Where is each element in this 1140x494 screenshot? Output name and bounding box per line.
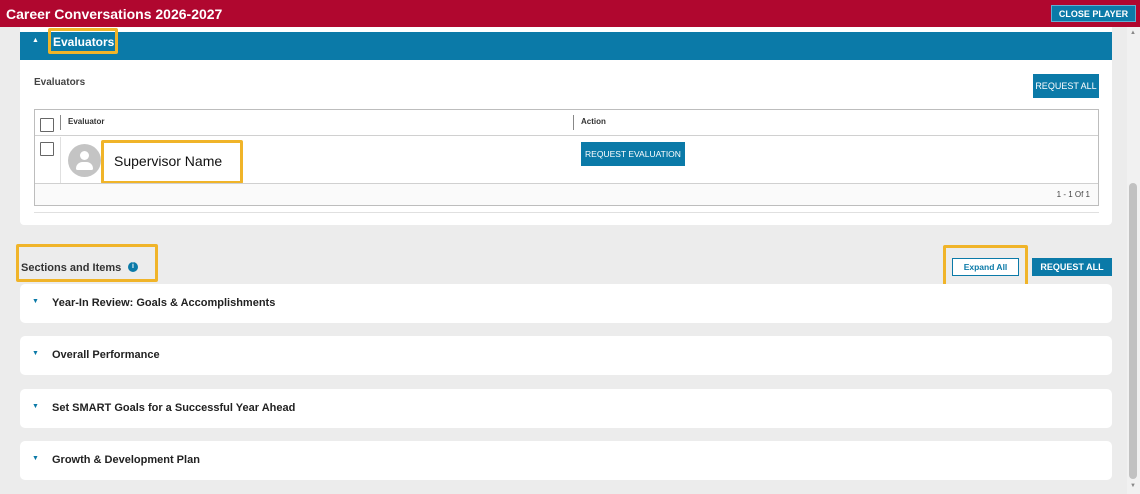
section-name: Overall Performance bbox=[52, 349, 160, 361]
column-header-action: Action bbox=[581, 117, 606, 126]
title-bar: Career Conversations 2026-2027 CLOSE PLA… bbox=[0, 0, 1140, 27]
request-all-evaluators-button[interactable]: REQUEST ALL bbox=[1033, 74, 1099, 98]
evaluators-highlight-box bbox=[48, 28, 118, 54]
evaluators-subtitle: Evaluators bbox=[34, 77, 86, 88]
select-all-checkbox[interactable] bbox=[40, 118, 54, 132]
table-footer: 1 - 1 Of 1 bbox=[35, 183, 1098, 205]
evaluators-card: ▲ Evaluators Evaluators REQUEST ALL Eval… bbox=[20, 27, 1112, 225]
section-item[interactable]: ▼ Year-In Review: Goals & Accomplishment… bbox=[20, 284, 1112, 323]
evaluator-name: Supervisor Name bbox=[114, 153, 223, 169]
request-evaluation-button[interactable]: REQUEST EVALUATION bbox=[581, 142, 685, 166]
main-content: ▲ Evaluators Evaluators REQUEST ALL Eval… bbox=[0, 27, 1127, 494]
table-row: Supervisor Name REQUEST EVALUATION bbox=[35, 137, 1098, 184]
chevron-down-icon: ▼ bbox=[32, 350, 39, 357]
divider bbox=[34, 212, 1099, 213]
expand-all-highlight-box bbox=[943, 245, 1028, 287]
column-divider bbox=[60, 115, 61, 130]
section-name: Growth & Development Plan bbox=[52, 454, 200, 466]
section-item[interactable]: ▼ Overall Performance bbox=[20, 336, 1112, 375]
caret-up-icon: ▲ bbox=[32, 37, 39, 44]
chevron-down-icon: ▼ bbox=[32, 403, 39, 410]
row-divider bbox=[60, 137, 61, 183]
close-player-button[interactable]: CLOSE PLAYER bbox=[1051, 5, 1136, 22]
supervisor-name-highlight-box: Supervisor Name bbox=[101, 140, 243, 184]
scroll-up-icon[interactable]: ▲ bbox=[1130, 30, 1136, 36]
avatar bbox=[68, 144, 101, 177]
window-title: Career Conversations 2026-2027 bbox=[6, 6, 223, 22]
table-header: Evaluator Action bbox=[35, 110, 1098, 136]
section-item[interactable]: ▼ Growth & Development Plan bbox=[20, 441, 1112, 480]
evaluators-table: Evaluator Action Supervisor Name REQUEST… bbox=[34, 109, 1099, 206]
section-name: Set SMART Goals for a Successful Year Ah… bbox=[52, 402, 296, 414]
evaluators-header[interactable]: ▲ Evaluators bbox=[20, 32, 1112, 60]
section-item[interactable]: ▼ Set SMART Goals for a Successful Year … bbox=[20, 389, 1112, 428]
sections-title-highlight-box bbox=[16, 244, 158, 282]
scrollbar-thumb[interactable] bbox=[1129, 183, 1137, 479]
chevron-down-icon: ▼ bbox=[32, 455, 39, 462]
scroll-down-icon[interactable]: ▼ bbox=[1130, 483, 1136, 489]
column-header-evaluator: Evaluator bbox=[68, 117, 105, 126]
section-name: Year-In Review: Goals & Accomplishments bbox=[52, 297, 276, 309]
request-all-sections-button[interactable]: REQUEST ALL bbox=[1032, 258, 1112, 276]
column-divider bbox=[573, 115, 574, 130]
chevron-down-icon: ▼ bbox=[32, 298, 39, 305]
person-icon bbox=[80, 151, 89, 160]
pagination-label: 1 - 1 Of 1 bbox=[1056, 190, 1090, 199]
vertical-scrollbar[interactable]: ▲ ▼ bbox=[1127, 27, 1140, 494]
row-checkbox[interactable] bbox=[40, 142, 54, 156]
